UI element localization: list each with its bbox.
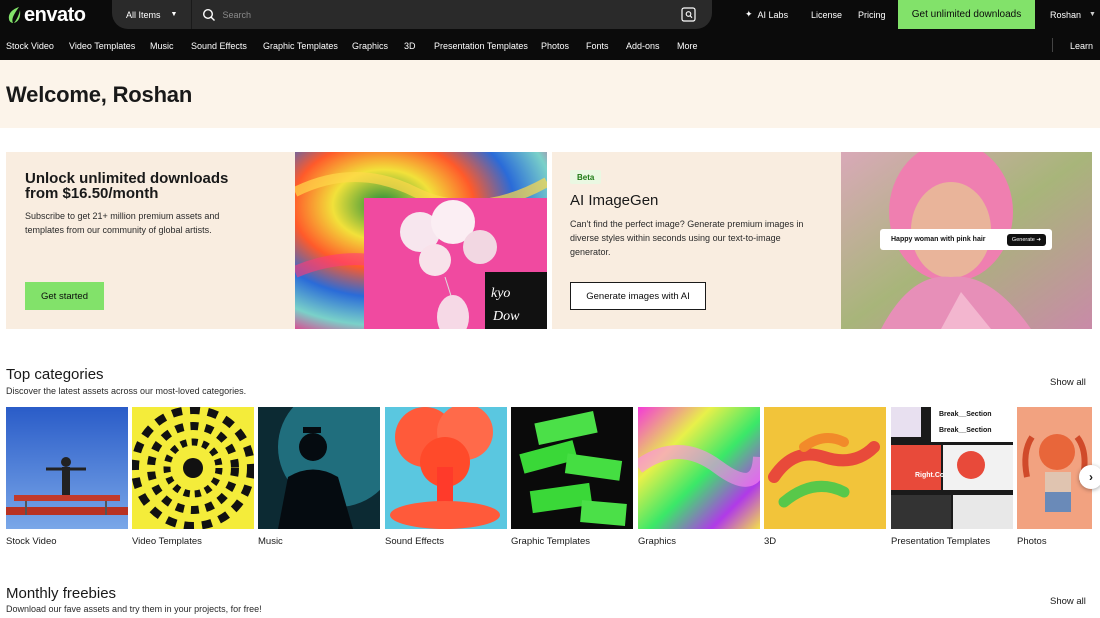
nav-fonts[interactable]: Fonts	[586, 41, 609, 51]
category-tile-3d[interactable]	[764, 407, 886, 529]
chevron-right-icon: ›	[1089, 470, 1093, 484]
search-icon	[203, 8, 216, 21]
category-tile-sound-effects[interactable]	[385, 407, 507, 529]
nav-graphics[interactable]: Graphics	[352, 41, 388, 51]
nav-more[interactable]: More	[677, 41, 698, 51]
slide-text-1: Break__Section	[939, 411, 992, 418]
ai-woman-image: Happy woman with pink hair Generate ➜	[841, 152, 1092, 329]
sparkle-icon: ✦	[745, 9, 753, 19]
promo-title: Unlock unlimited downloads from $16.50/m…	[25, 170, 229, 202]
prompt-generate-label: Generate	[1011, 236, 1035, 243]
monthly-freebies-show-all[interactable]: Show all	[1050, 596, 1086, 607]
carousel-next-button[interactable]: ›	[1079, 465, 1100, 489]
prompt-generate-button: Generate ➜	[1006, 233, 1046, 246]
user-menu[interactable]: Roshan ▼	[1050, 0, 1096, 29]
nav-sound-effects[interactable]: Sound Effects	[191, 41, 247, 51]
category-label-video-templates[interactable]: Video Templates	[132, 536, 202, 547]
nav-graphic-templates[interactable]: Graphic Templates	[263, 41, 338, 51]
ai-labs-label: AI Labs	[757, 9, 789, 20]
nav-photos[interactable]: Photos	[541, 41, 569, 51]
ai-prompt-bar: Happy woman with pink hair Generate ➜	[880, 229, 1052, 250]
nav-learn[interactable]: Learn	[1070, 41, 1093, 51]
monthly-freebies-title: Monthly freebies	[6, 585, 117, 602]
chevron-down-icon: ▼	[1089, 11, 1096, 18]
svg-text:Dow: Dow	[492, 309, 520, 324]
category-tile-stock-video[interactable]	[6, 407, 128, 529]
category-tile-music[interactable]	[258, 407, 380, 529]
category-label-music[interactable]: Music	[258, 536, 283, 547]
pricing-link[interactable]: Pricing	[858, 0, 886, 29]
logo-text: envato	[24, 3, 86, 26]
category-label-graphics[interactable]: Graphics	[638, 536, 676, 547]
envato-leaf-icon	[8, 7, 21, 23]
generate-images-button[interactable]: Generate images with AI	[570, 282, 706, 310]
category-label-3d[interactable]: 3D	[764, 536, 776, 547]
monthly-freebies-subtitle: Download our fave assets and try them in…	[6, 604, 262, 614]
ai-imagegen-description: Can't find the perfect image? Generate p…	[570, 219, 804, 257]
nav-presentation-templates[interactable]: Presentation Templates	[434, 41, 528, 51]
nav-divider	[1052, 38, 1053, 52]
search-input[interactable]	[222, 9, 643, 20]
top-categories-show-all[interactable]: Show all	[1050, 377, 1086, 388]
ai-imagegen-promo: Beta AI ImageGen Can't find the perfect …	[552, 152, 841, 329]
top-categories-title: Top categories	[6, 366, 104, 383]
ai-imagegen-title: AI ImageGen	[570, 192, 659, 209]
category-label-photos[interactable]: Photos	[1017, 536, 1047, 547]
prompt-text: Happy woman with pink hair	[891, 236, 986, 243]
nav-stock-video[interactable]: Stock Video	[6, 41, 54, 51]
category-nav: Stock Video Video Templates Music Sound …	[0, 32, 1100, 60]
category-label-graphic-templates[interactable]: Graphic Templates	[511, 536, 590, 547]
welcome-banner: Welcome, Roshan	[0, 60, 1100, 128]
envato-logo[interactable]: envato	[6, 3, 86, 26]
chevron-down-icon: ▼	[170, 11, 178, 18]
unlimited-downloads-promo: Unlock unlimited downloads from $16.50/m…	[6, 152, 295, 329]
category-tile-video-templates[interactable]	[132, 407, 254, 529]
nav-add-ons[interactable]: Add-ons	[626, 41, 660, 51]
nav-music[interactable]: Music	[150, 41, 174, 51]
get-unlimited-downloads-button[interactable]: Get unlimited downloads	[898, 0, 1035, 29]
license-link[interactable]: License	[811, 0, 842, 29]
nav-3d[interactable]: 3D	[404, 41, 416, 51]
top-categories-subtitle: Discover the latest assets across our mo…	[6, 386, 247, 396]
slide-text-3: Right.Co	[915, 472, 944, 479]
category-label-sound-effects[interactable]: Sound Effects	[385, 536, 444, 547]
category-tile-presentation-templates[interactable]: Break__Section Break__Section Right.Co	[891, 407, 1013, 529]
promo-description: Subscribe to get 21+ million premium ass…	[25, 211, 220, 235]
category-tile-graphics[interactable]	[638, 407, 760, 529]
search-bar: All Items ▼	[112, 0, 712, 29]
category-label-stock-video[interactable]: Stock Video	[6, 536, 57, 547]
ai-labs-link[interactable]: ✦ AI Labs	[745, 0, 788, 29]
slide-text-2: Break__Section	[939, 427, 992, 434]
user-name: Roshan	[1050, 9, 1082, 20]
get-started-button[interactable]: Get started	[25, 282, 104, 310]
beta-badge: Beta	[570, 170, 602, 184]
all-items-label: All Items	[126, 9, 161, 20]
category-tile-graphic-templates[interactable]	[511, 407, 633, 529]
category-label-presentation-templates[interactable]: Presentation Templates	[891, 536, 990, 547]
nav-video-templates[interactable]: Video Templates	[69, 41, 135, 51]
page-title: Welcome, Roshan	[6, 82, 193, 107]
image-search-icon[interactable]	[681, 7, 696, 22]
svg-text:kyo: kyo	[491, 286, 510, 301]
category-tile-photos[interactable]	[1017, 407, 1092, 529]
promo-balloons-image: kyo Dow	[295, 152, 547, 329]
all-items-dropdown[interactable]: All Items ▼	[112, 0, 193, 29]
